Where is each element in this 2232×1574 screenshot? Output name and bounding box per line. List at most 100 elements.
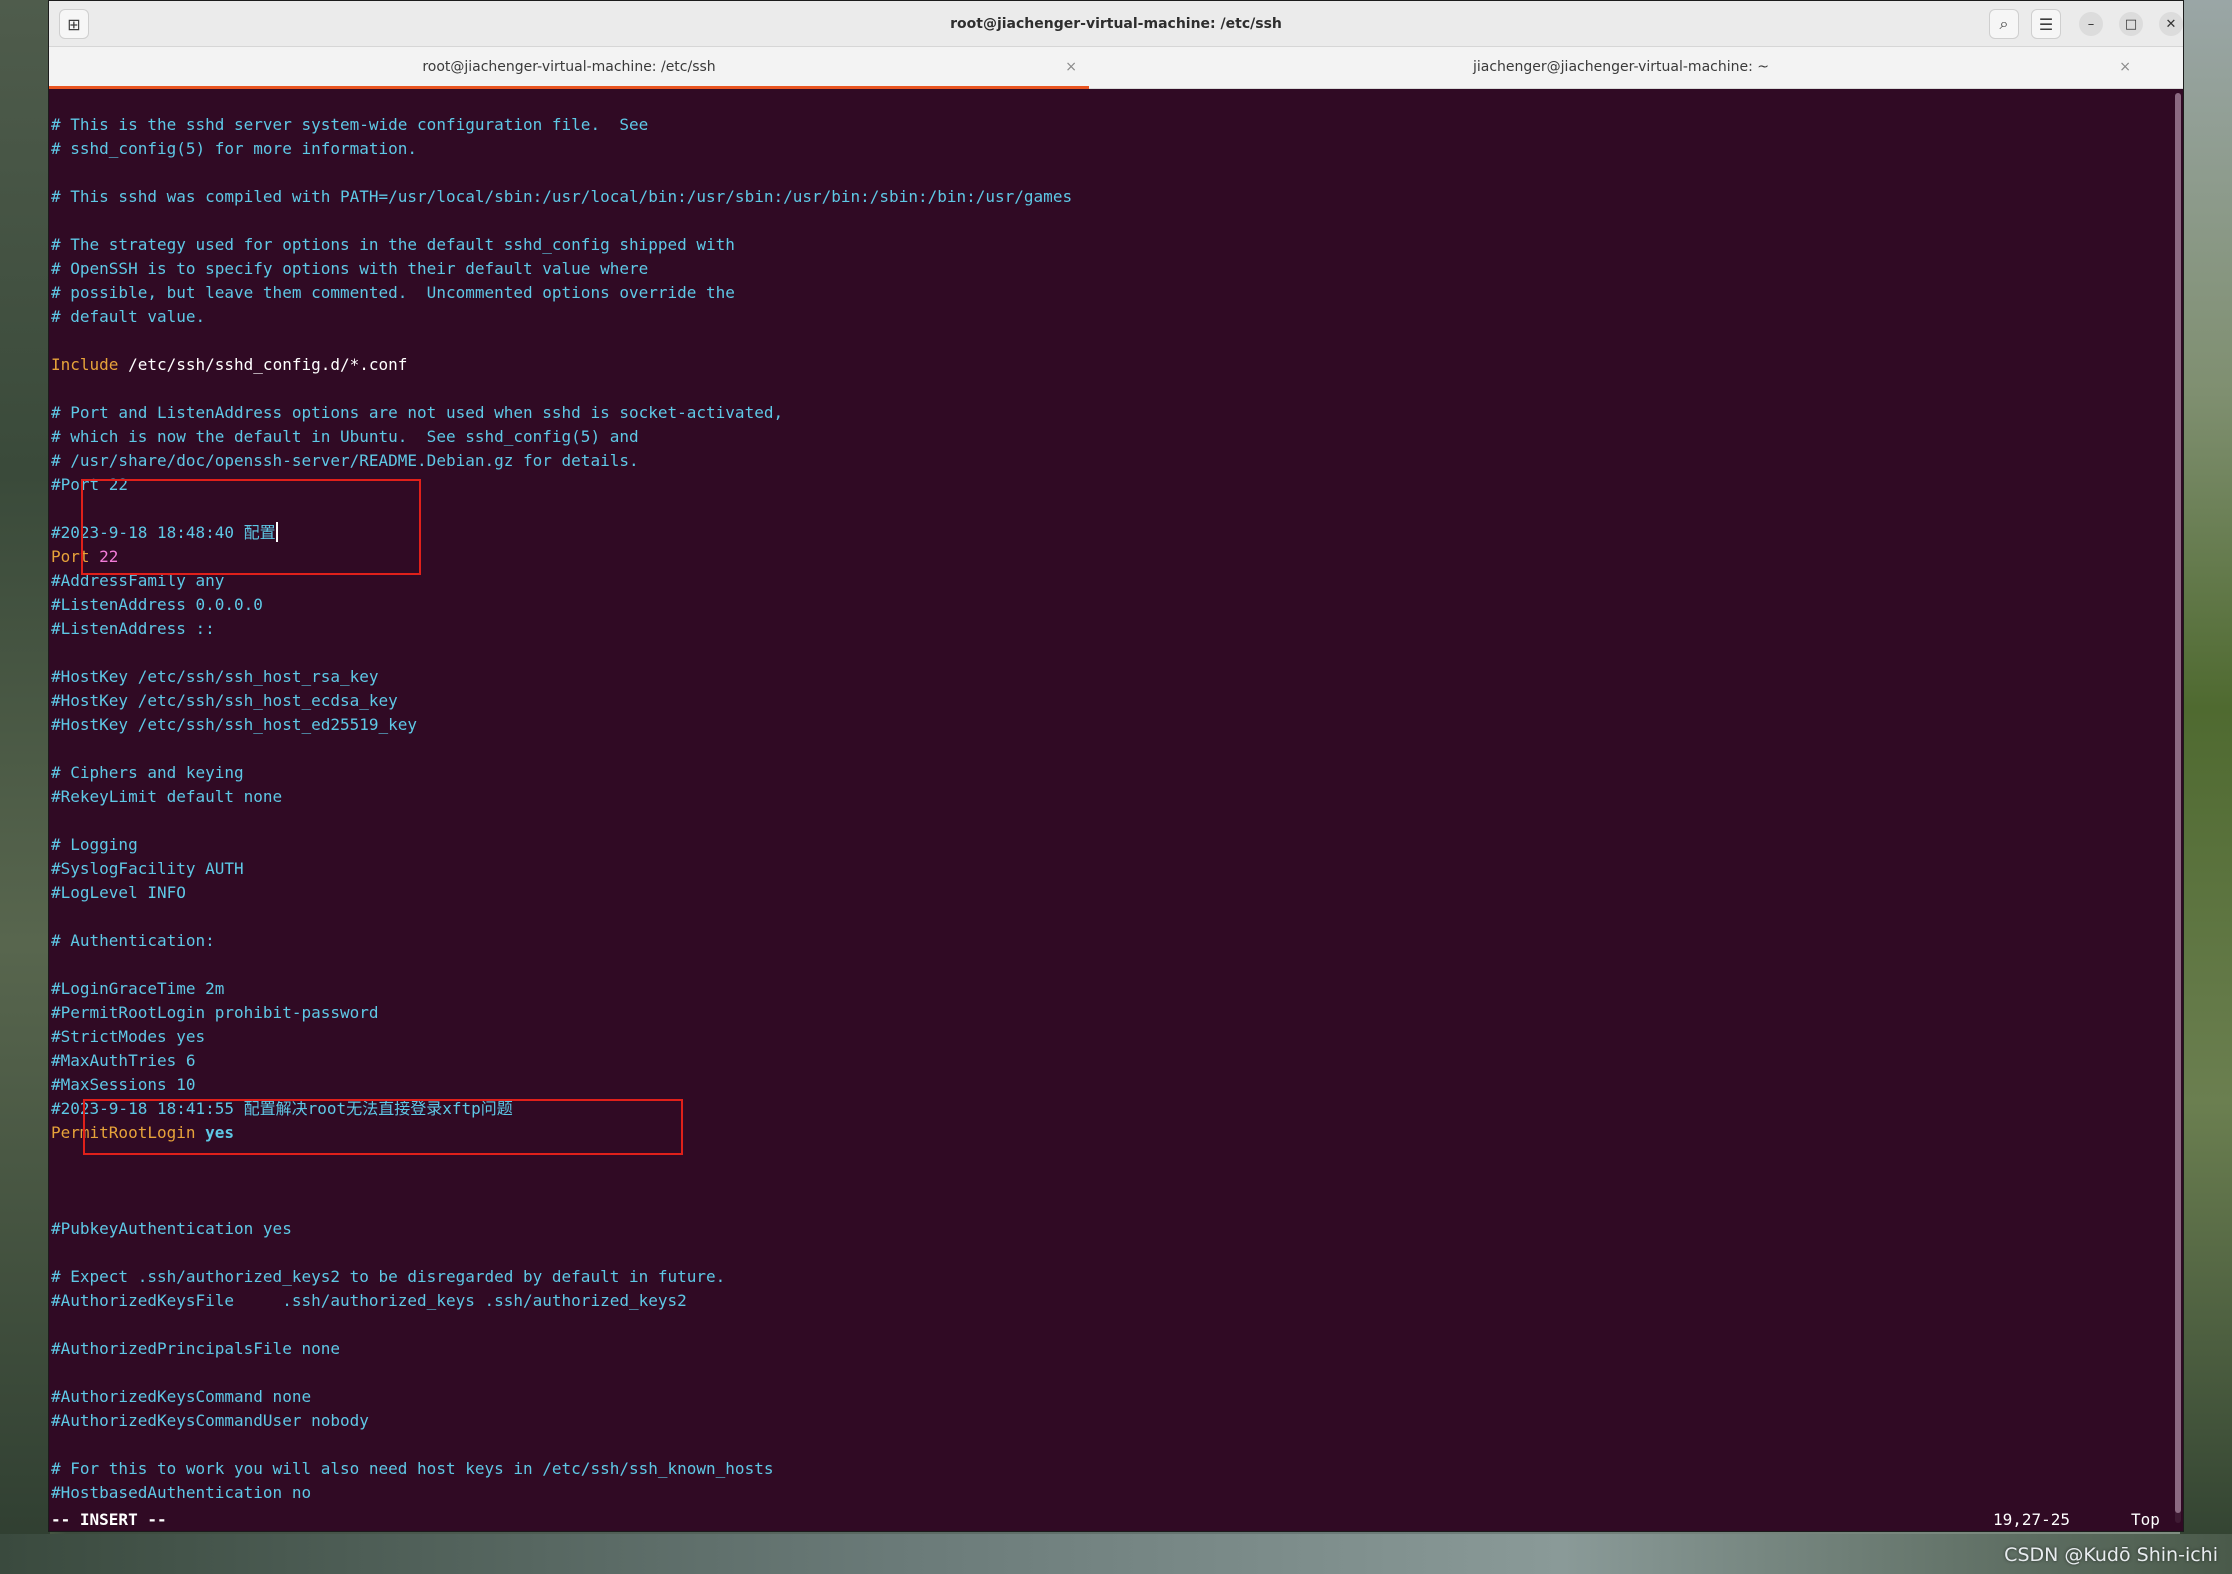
config-keyword: Include [51, 355, 119, 374]
close-icon: ✕ [2165, 16, 2177, 32]
desktop-wallpaper-right [2180, 0, 2232, 1574]
comment-text: #HostbasedAuthentication no [51, 1483, 312, 1502]
editor-line: # The strategy used for options in the d… [51, 233, 2173, 257]
comment-text: # default value. [51, 307, 206, 326]
comment-text: #StrictModes yes [51, 1027, 206, 1046]
tab-close-icon[interactable]: × [1065, 47, 1077, 87]
editor-line: #AuthorizedKeysCommand none [51, 1385, 2173, 1409]
maximize-icon: □ [2124, 16, 2138, 32]
minimize-button[interactable]: – [2079, 12, 2103, 36]
comment-text: #2023-9-18 18:48:40 配置 [51, 523, 276, 542]
comment-text: # Expect .ssh/authorized_keys2 to be dis… [51, 1267, 726, 1286]
terminal-scrollbar[interactable] [2175, 93, 2181, 1523]
config-keyword: Port [51, 547, 90, 566]
comment-text: # /usr/share/doc/openssh-server/README.D… [51, 451, 639, 470]
new-tab-button[interactable]: ⊞ [59, 9, 89, 39]
comment-text: #MaxAuthTries 6 [51, 1051, 196, 1070]
editor-line: # possible, but leave them commented. Un… [51, 281, 2173, 305]
editor-line: #HostKey /etc/ssh/ssh_host_rsa_key [51, 665, 2173, 689]
comment-text: # possible, but leave them commented. Un… [51, 283, 735, 302]
comment-text: # The strategy used for options in the d… [51, 235, 735, 254]
search-icon: ⌕ [1999, 14, 2009, 33]
editor-line: #2023-9-18 18:48:40 配置 [51, 521, 2173, 545]
comment-text: # Port and ListenAddress options are not… [51, 403, 784, 422]
vim-editor-buffer[interactable]: # This is the sshd server system-wide co… [49, 89, 2173, 1529]
comment-text: #LoginGraceTime 2m [51, 979, 225, 998]
editor-line: # Logging [51, 833, 2173, 857]
tab-jiachenger-home[interactable]: jiachenger@jiachenger-virtual-machine: ~… [1091, 47, 2151, 89]
editor-line: #HostbasedAuthentication no [51, 1481, 2173, 1505]
comment-text: #RekeyLimit default none [51, 787, 283, 806]
config-value: /etc/ssh/sshd_config.d/*.conf [118, 355, 408, 374]
editor-line: # Expect .ssh/authorized_keys2 to be dis… [51, 1265, 2173, 1289]
comment-text: #PermitRootLogin prohibit-password [51, 1003, 379, 1022]
comment-text: #AuthorizedKeysFile .ssh/authorized_keys… [51, 1291, 687, 1310]
editor-line: #AuthorizedPrincipalsFile none [51, 1337, 2173, 1361]
editor-line: #RekeyLimit default none [51, 785, 2173, 809]
tab-label: jiachenger@jiachenger-virtual-machine: ~ [1473, 59, 1769, 75]
tab-close-icon[interactable]: × [2119, 47, 2131, 87]
comment-text: #Port 22 [51, 475, 129, 494]
close-button[interactable]: ✕ [2159, 12, 2183, 36]
editor-line: #2023-9-18 18:41:55 配置解决root无法直接登录xftp问题 [51, 1097, 2173, 1121]
comment-text: # For this to work you will also need ho… [51, 1459, 774, 1478]
comment-text: # This sshd was compiled with PATH=/usr/… [51, 187, 1073, 206]
editor-line: #Port 22 [51, 473, 2173, 497]
editor-line: #AddressFamily any [51, 569, 2173, 593]
editor-line: #HostKey /etc/ssh/ssh_host_ecdsa_key [51, 689, 2173, 713]
config-value: 22 [89, 547, 119, 566]
tab-bar: root@jiachenger-virtual-machine: /etc/ss… [49, 47, 2183, 119]
editor-line: #StrictModes yes [51, 1025, 2173, 1049]
comment-text: #LogLevel INFO [51, 883, 186, 902]
comment-text: #ListenAddress :: [51, 619, 215, 638]
comment-text: # sshd_config(5) for more information. [51, 139, 418, 158]
editor-line: # Ciphers and keying [51, 761, 2173, 785]
editor-line: # This sshd was compiled with PATH=/usr/… [51, 185, 2173, 209]
editor-line: # sshd_config(5) for more information. [51, 137, 2173, 161]
menu-button[interactable]: ☰ [2031, 9, 2061, 39]
editor-line: #MaxAuthTries 6 [51, 1049, 2173, 1073]
tab-label: root@jiachenger-virtual-machine: /etc/ss… [422, 59, 716, 75]
comment-text: # Logging [51, 835, 138, 854]
tab-root-etc-ssh[interactable]: root@jiachenger-virtual-machine: /etc/ss… [49, 47, 1089, 89]
editor-line: #MaxSessions 10 [51, 1073, 2173, 1097]
scrollbar-thumb[interactable] [2175, 93, 2181, 1513]
editor-line: #ListenAddress :: [51, 617, 2173, 641]
search-button[interactable]: ⌕ [1989, 9, 2019, 39]
editor-line: #SyslogFacility AUTH [51, 857, 2173, 881]
editor-line: #ListenAddress 0.0.0.0 [51, 593, 2173, 617]
editor-line: #LogLevel INFO [51, 881, 2173, 905]
text-cursor [275, 522, 278, 542]
editor-line: #LoginGraceTime 2m [51, 977, 2173, 1001]
vim-mode-indicator: -- INSERT -- [51, 1510, 167, 1529]
editor-line: PermitRootLogin yes [51, 1121, 2173, 1145]
comment-text: #ListenAddress 0.0.0.0 [51, 595, 263, 614]
comment-text: #HostKey /etc/ssh/ssh_host_rsa_key [51, 667, 379, 686]
editor-line: #HostKey /etc/ssh/ssh_host_ed25519_key [51, 713, 2173, 737]
editor-line: #AuthorizedKeysFile .ssh/authorized_keys… [51, 1289, 2173, 1313]
comment-text: # OpenSSH is to specify options with the… [51, 259, 649, 278]
titlebar: root@jiachenger-virtual-machine: /etc/ss… [49, 1, 2183, 47]
terminal-window: root@jiachenger-virtual-machine: /etc/ss… [48, 0, 2184, 1532]
editor-line: Port 22 [51, 545, 2173, 569]
window-title: root@jiachenger-virtual-machine: /etc/ss… [950, 16, 1282, 32]
editor-line: #PubkeyAuthentication yes [51, 1217, 2173, 1241]
editor-line: # Port and ListenAddress options are not… [51, 401, 2173, 425]
editor-line: # default value. [51, 305, 2173, 329]
comment-text: #2023-9-18 18:41:55 配置解决root无法直接登录xftp问题 [51, 1099, 513, 1118]
config-keyword: PermitRootLogin [51, 1123, 196, 1142]
editor-line: # This is the sshd server system-wide co… [51, 113, 2173, 137]
maximize-button[interactable]: □ [2119, 12, 2143, 36]
comment-text: #AuthorizedPrincipalsFile none [51, 1339, 340, 1358]
